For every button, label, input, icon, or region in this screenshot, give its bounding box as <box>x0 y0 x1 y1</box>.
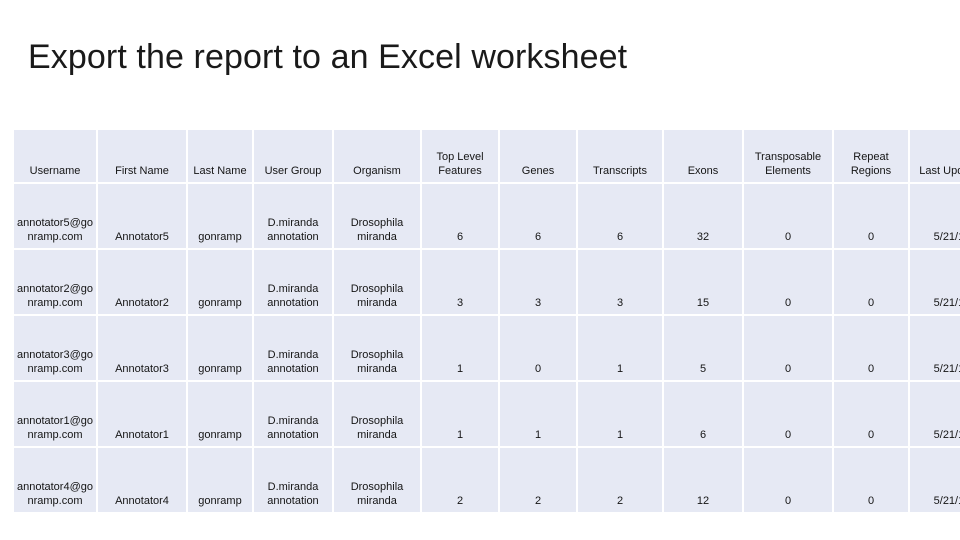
column-header-last-name: Last Name <box>188 130 252 182</box>
cell-last-name: gonramp <box>188 250 252 314</box>
cell-username: annotator4@gonramp.com <box>14 448 96 512</box>
page-title: Export the report to an Excel worksheet <box>28 38 628 76</box>
cell-last-updated: 5/21/18 <box>910 184 960 248</box>
cell-username: annotator1@gonramp.com <box>14 382 96 446</box>
column-header-username: Username <box>14 130 96 182</box>
cell-organism: Drosophila miranda <box>334 382 420 446</box>
cell-transposable-elements: 0 <box>744 382 832 446</box>
cell-exons: 5 <box>664 316 742 380</box>
cell-first-name: Annotator2 <box>98 250 186 314</box>
cell-last-updated: 5/21/18 <box>910 448 960 512</box>
column-header-repeat-regions: Repeat Regions <box>834 130 908 182</box>
cell-genes: 0 <box>500 316 576 380</box>
cell-genes: 6 <box>500 184 576 248</box>
table-row: annotator5@gonramp.com Annotator5 gonram… <box>14 184 960 248</box>
table-row: annotator3@gonramp.com Annotator3 gonram… <box>14 316 960 380</box>
cell-transcripts: 1 <box>578 382 662 446</box>
cell-repeat-regions: 0 <box>834 448 908 512</box>
cell-last-updated: 5/21/18 <box>910 382 960 446</box>
cell-user-group: D.miranda annotation <box>254 316 332 380</box>
report-table-container: Username First Name Last Name User Group… <box>12 128 960 514</box>
cell-organism: Drosophila miranda <box>334 448 420 512</box>
cell-transposable-elements: 0 <box>744 316 832 380</box>
cell-genes: 2 <box>500 448 576 512</box>
cell-transcripts: 3 <box>578 250 662 314</box>
cell-genes: 3 <box>500 250 576 314</box>
cell-last-name: gonramp <box>188 448 252 512</box>
cell-username: annotator2@gonramp.com <box>14 250 96 314</box>
cell-organism: Drosophila miranda <box>334 250 420 314</box>
column-header-transposable-elements: Transposable Elements <box>744 130 832 182</box>
cell-top-level-features: 6 <box>422 184 498 248</box>
cell-repeat-regions: 0 <box>834 316 908 380</box>
slide: Export the report to an Excel worksheet … <box>0 0 960 540</box>
cell-first-name: Annotator1 <box>98 382 186 446</box>
cell-repeat-regions: 0 <box>834 184 908 248</box>
column-header-organism: Organism <box>334 130 420 182</box>
cell-exons: 12 <box>664 448 742 512</box>
cell-last-name: gonramp <box>188 184 252 248</box>
cell-username: annotator5@gonramp.com <box>14 184 96 248</box>
column-header-top-level-features: Top Level Features <box>422 130 498 182</box>
cell-transposable-elements: 0 <box>744 184 832 248</box>
cell-exons: 32 <box>664 184 742 248</box>
column-header-exons: Exons <box>664 130 742 182</box>
cell-user-group: D.miranda annotation <box>254 382 332 446</box>
cell-top-level-features: 1 <box>422 316 498 380</box>
cell-first-name: Annotator5 <box>98 184 186 248</box>
column-header-last-updated: Last Updated <box>910 130 960 182</box>
cell-genes: 1 <box>500 382 576 446</box>
cell-exons: 15 <box>664 250 742 314</box>
cell-transcripts: 1 <box>578 316 662 380</box>
column-header-transcripts: Transcripts <box>578 130 662 182</box>
cell-last-updated: 5/21/18 <box>910 316 960 380</box>
table-row: annotator4@gonramp.com Annotator4 gonram… <box>14 448 960 512</box>
cell-organism: Drosophila miranda <box>334 316 420 380</box>
report-table: Username First Name Last Name User Group… <box>12 128 960 514</box>
cell-user-group: D.miranda annotation <box>254 184 332 248</box>
cell-transcripts: 2 <box>578 448 662 512</box>
cell-user-group: D.miranda annotation <box>254 250 332 314</box>
cell-top-level-features: 2 <box>422 448 498 512</box>
cell-first-name: Annotator4 <box>98 448 186 512</box>
cell-exons: 6 <box>664 382 742 446</box>
table-body: annotator5@gonramp.com Annotator5 gonram… <box>14 184 960 512</box>
cell-transposable-elements: 0 <box>744 250 832 314</box>
cell-transposable-elements: 0 <box>744 448 832 512</box>
cell-organism: Drosophila miranda <box>334 184 420 248</box>
table-header-row: Username First Name Last Name User Group… <box>14 130 960 182</box>
cell-last-updated: 5/21/18 <box>910 250 960 314</box>
cell-first-name: Annotator3 <box>98 316 186 380</box>
cell-transcripts: 6 <box>578 184 662 248</box>
table-row: annotator1@gonramp.com Annotator1 gonram… <box>14 382 960 446</box>
cell-last-name: gonramp <box>188 382 252 446</box>
table-header: Username First Name Last Name User Group… <box>14 130 960 182</box>
cell-repeat-regions: 0 <box>834 250 908 314</box>
cell-user-group: D.miranda annotation <box>254 448 332 512</box>
cell-last-name: gonramp <box>188 316 252 380</box>
column-header-user-group: User Group <box>254 130 332 182</box>
cell-top-level-features: 3 <box>422 250 498 314</box>
cell-repeat-regions: 0 <box>834 382 908 446</box>
column-header-first-name: First Name <box>98 130 186 182</box>
column-header-genes: Genes <box>500 130 576 182</box>
table-row: annotator2@gonramp.com Annotator2 gonram… <box>14 250 960 314</box>
cell-top-level-features: 1 <box>422 382 498 446</box>
cell-username: annotator3@gonramp.com <box>14 316 96 380</box>
